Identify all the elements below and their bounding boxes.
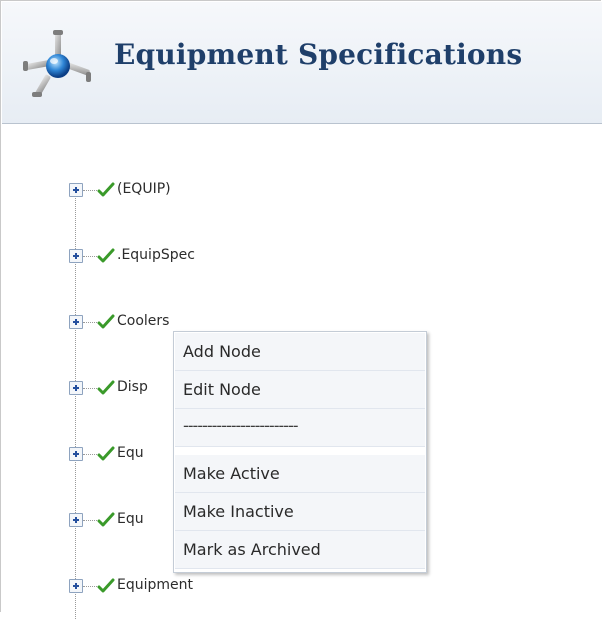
network-node-icon [23,30,91,97]
check-icon [97,512,115,527]
node-context-menu: Add Node Edit Node ---------------------… [173,331,427,573]
tree-node-equipment[interactable]: Equipment [1,577,561,599]
menu-item-make-active[interactable]: Make Active [175,455,425,493]
check-icon [97,248,115,263]
tree-node-label[interactable]: Equ [117,511,144,527]
menu-item-make-inactive[interactable]: Make Inactive [175,493,425,531]
check-icon [97,380,115,395]
expand-icon[interactable] [69,381,83,395]
menu-item-label[interactable]: Add Node [183,342,261,361]
tree-node-equipspec[interactable]: .EquipSpec [1,247,561,269]
expand-icon[interactable] [69,579,83,593]
expand-icon[interactable] [69,183,83,197]
expand-icon[interactable] [69,447,83,461]
tree-node-label[interactable]: (EQUIP) [117,181,171,197]
tree-node-label[interactable]: Equipment [117,577,193,593]
menu-item-label[interactable]: Make Active [183,464,280,483]
tree-node-label[interactable]: Equ [117,445,144,461]
check-icon [97,446,115,461]
menu-item-label[interactable]: Edit Node [183,380,261,399]
menu-separator: ------------------------ [175,409,425,447]
tree-node-label[interactable]: Disp [117,379,148,395]
expand-icon[interactable] [69,513,83,527]
check-icon [97,182,115,197]
tree-node-label[interactable]: Coolers [117,313,169,329]
menu-item-label[interactable]: Mark as Archived [183,540,321,559]
menu-item-label[interactable]: Make Inactive [183,502,294,521]
panel-frame: Equipment Specifications (EQUIP) .EquipS… [0,0,602,619]
page-title: Equipment Specifications [114,38,523,71]
expand-icon[interactable] [69,315,83,329]
menu-separator-text: ------------------------ [183,416,299,435]
menu-item-add-node[interactable]: Add Node [175,333,425,371]
tree-node-equip[interactable]: (EQUIP) [1,181,561,203]
tree-node-label[interactable]: .EquipSpec [117,247,195,263]
menu-item-mark-archived[interactable]: Mark as Archived [175,531,425,569]
check-icon [97,314,115,329]
expand-icon[interactable] [69,249,83,263]
panel-header: Equipment Specifications [2,2,602,124]
check-icon [97,578,115,593]
menu-item-edit-node[interactable]: Edit Node [175,371,425,409]
